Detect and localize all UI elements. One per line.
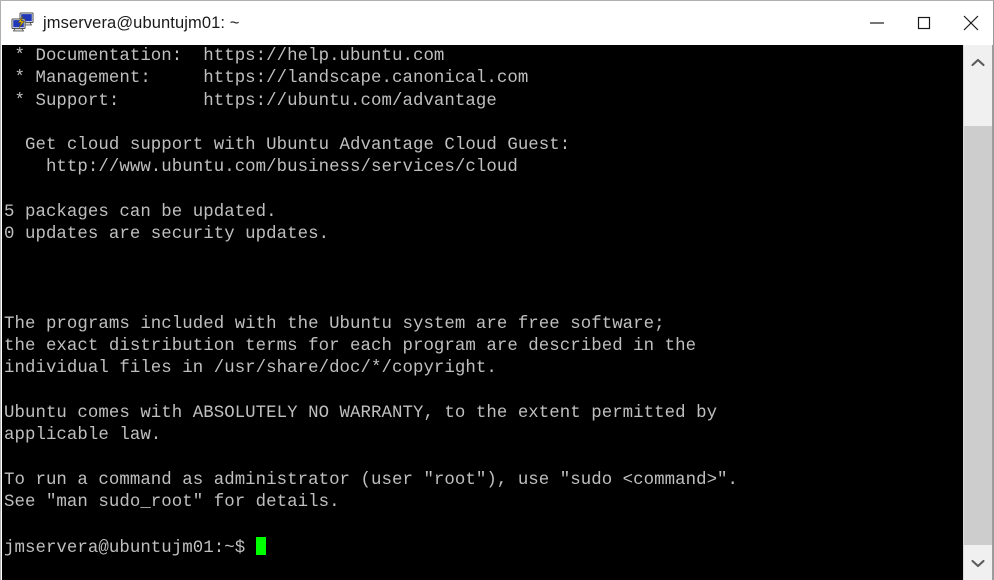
terminal-line: To run a command as administrator (user …: [4, 470, 739, 490]
window-right-border: [992, 45, 993, 580]
terminal-line: 5 packages can be updated.: [4, 203, 277, 223]
title-bar[interactable]: jmservera@ubuntujm01: ~: [1, 1, 993, 45]
minimize-button[interactable]: [853, 1, 900, 45]
terminal-line: 0 updates are security updates.: [4, 225, 330, 245]
scrollbar-thumb[interactable]: [964, 126, 992, 545]
window-title: jmservera@ubuntujm01: ~: [43, 13, 240, 32]
terminal-line: * Management: https://landscape.canonica…: [4, 69, 529, 89]
scrollbar-up-button[interactable]: [964, 45, 992, 81]
terminal-output: * Documentation: https://help.ubuntu.com…: [4, 46, 962, 559]
terminal-line: See "man sudo_root" for details.: [4, 492, 340, 512]
terminal-line: * Documentation: https://help.ubuntu.com: [4, 47, 445, 66]
maximize-icon: [917, 16, 930, 30]
terminal-line: applicable law.: [4, 426, 162, 446]
terminal-cursor: [255, 536, 267, 555]
chevron-down-icon: [971, 559, 985, 568]
close-icon: [963, 15, 978, 31]
terminal-line: The programs included with the Ubuntu sy…: [4, 314, 665, 334]
terminal-prompt-line[interactable]: jmservera@ubuntujm01:~$: [4, 536, 962, 559]
maximize-button[interactable]: [900, 1, 947, 45]
terminal-scrollbar[interactable]: [963, 45, 992, 580]
terminal-line: Get cloud support with Ubuntu Advantage …: [4, 136, 571, 156]
close-button[interactable]: [947, 1, 993, 45]
terminal-line: http://www.ubuntu.com/business/services/…: [4, 158, 518, 178]
terminal-line: * Support: https://ubuntu.com/advantage: [4, 91, 497, 111]
shell-prompt: jmservera@ubuntujm01:~$: [4, 538, 256, 558]
terminal-line: the exact distribution terms for each pr…: [4, 336, 697, 356]
terminal-line: Ubuntu comes with ABSOLUTELY NO WARRANTY…: [4, 403, 718, 423]
chevron-up-icon: [971, 58, 985, 67]
scrollbar-down-button[interactable]: [964, 545, 992, 580]
terminal-screen[interactable]: * Documentation: https://help.ubuntu.com…: [2, 45, 964, 580]
window-controls: [853, 1, 993, 45]
terminal-line: individual files in /usr/share/doc/*/cop…: [4, 359, 497, 379]
putty-terminal-window: jmservera@ubuntujm01: ~ * Documentation:…: [0, 0, 994, 580]
putty-icon: [11, 12, 34, 32]
minimize-icon: [869, 22, 884, 24]
scrollbar-track[interactable]: [964, 81, 992, 545]
